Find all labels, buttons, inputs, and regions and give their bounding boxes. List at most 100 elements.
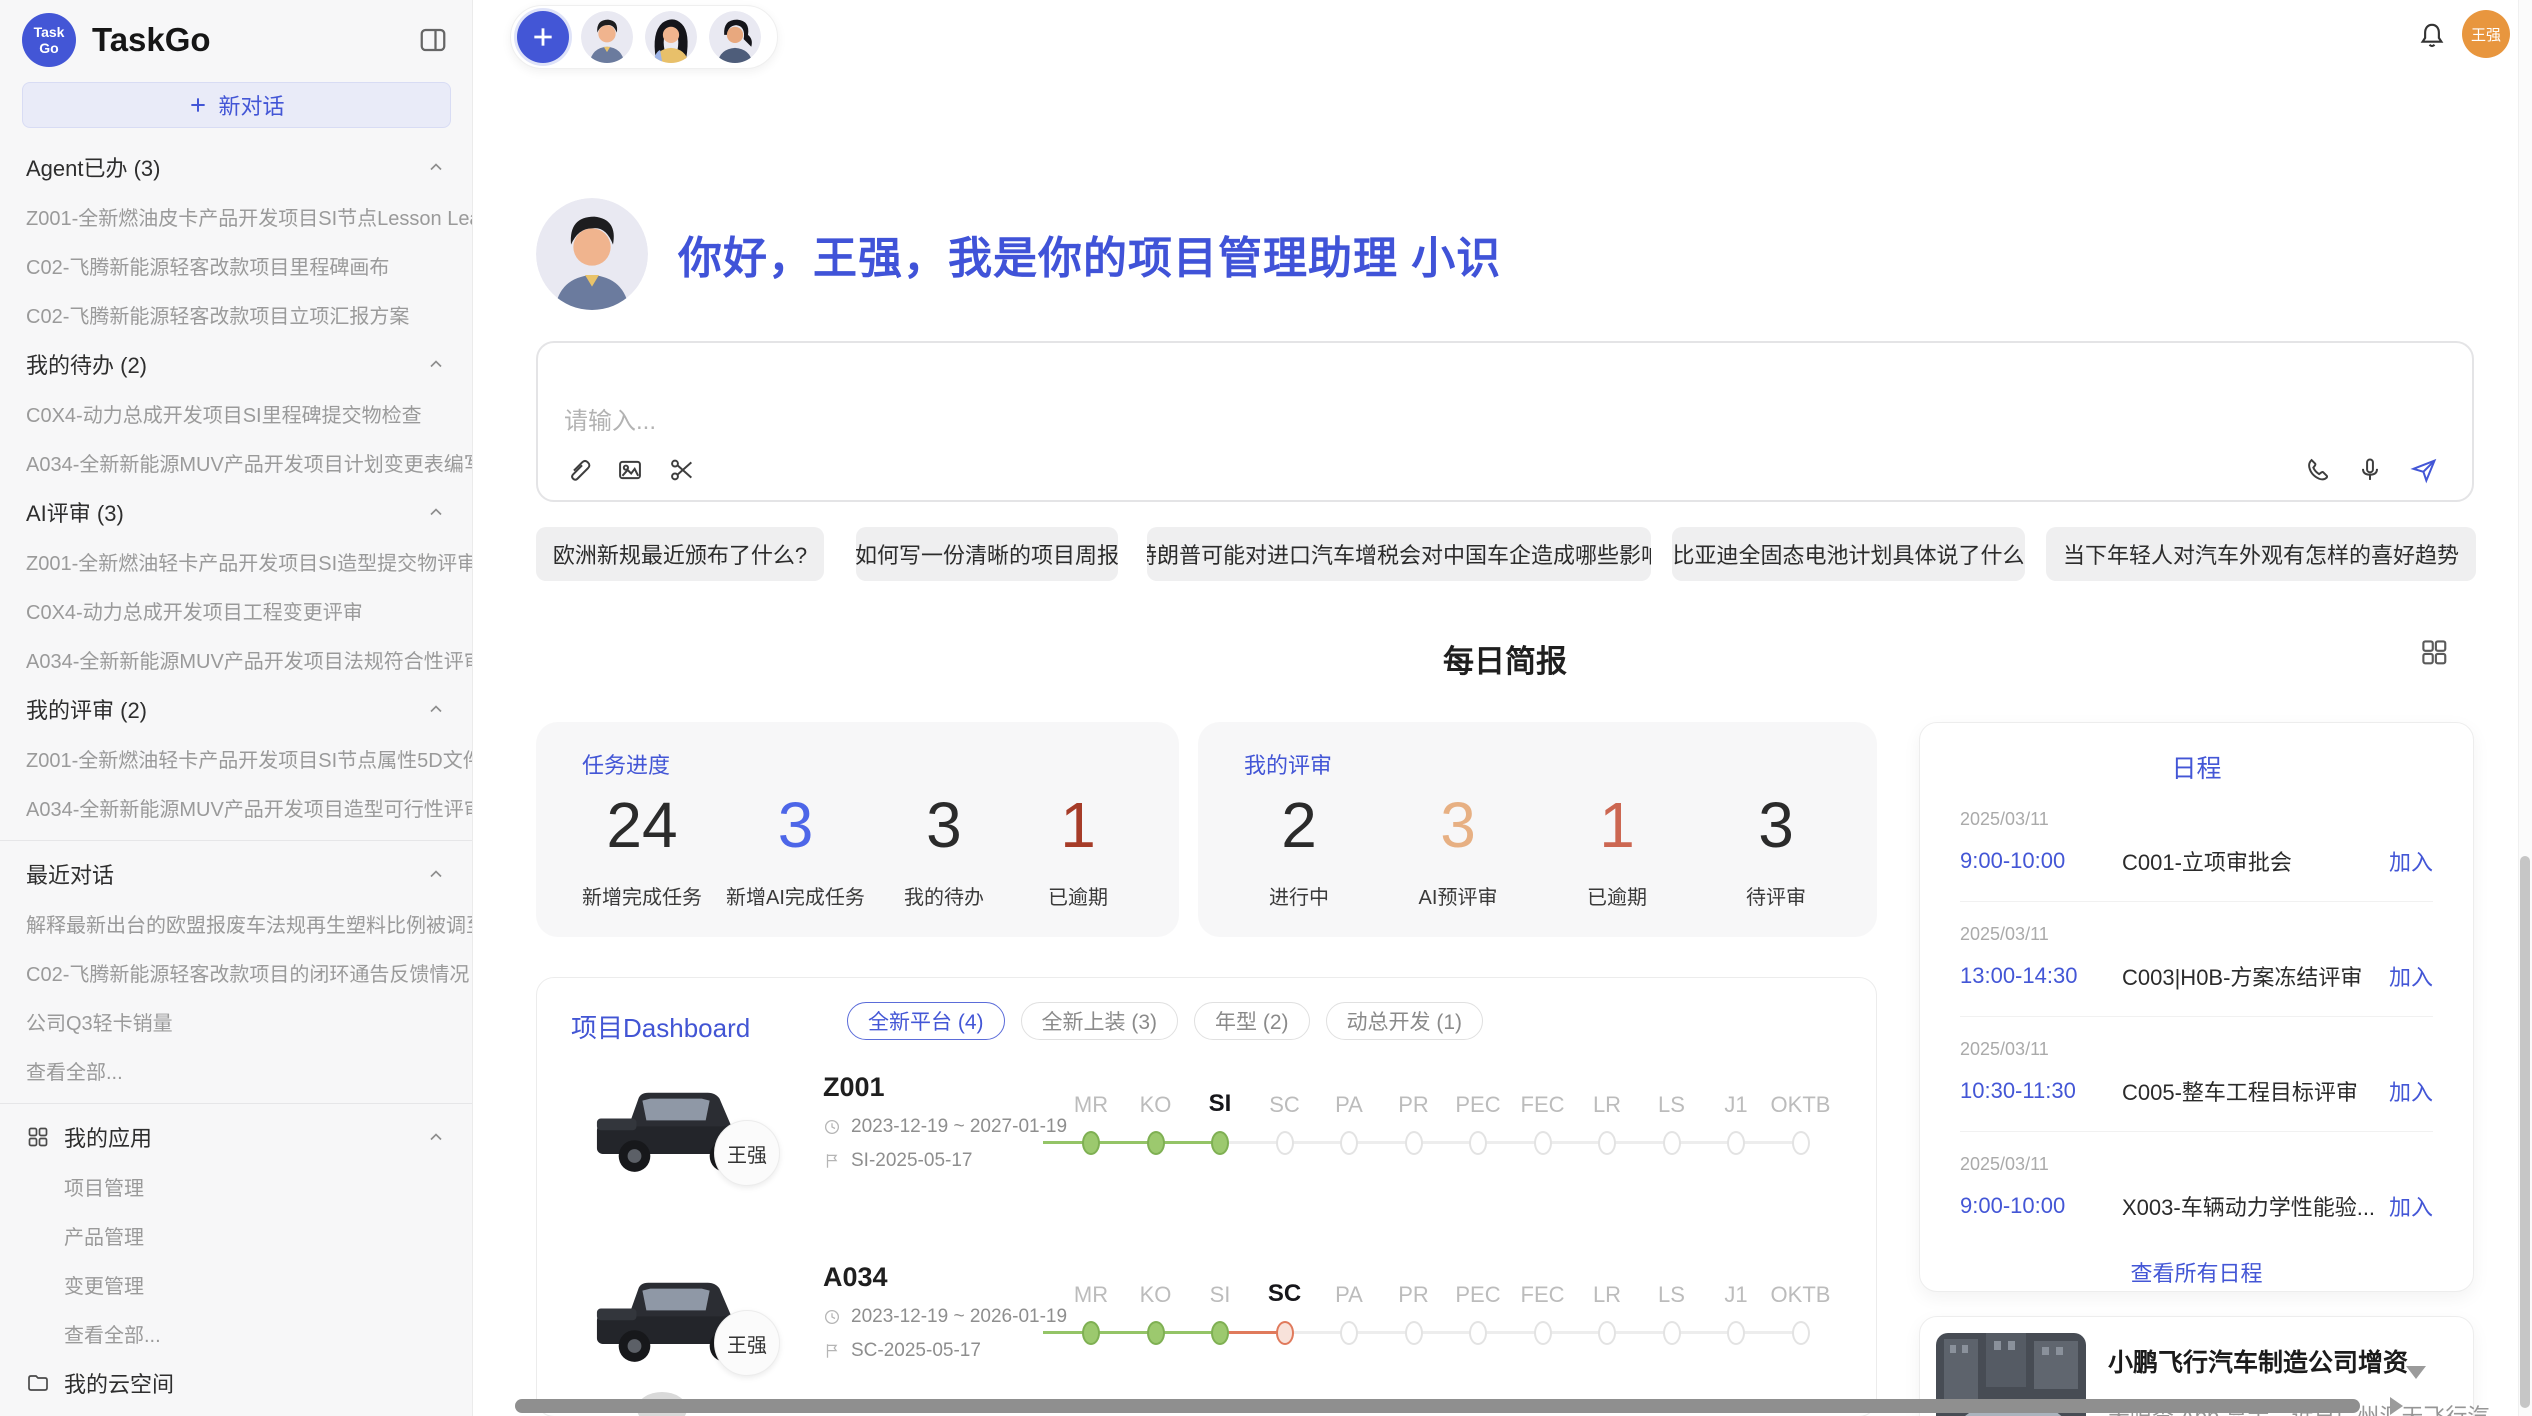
section-header-my-todo[interactable]: 我的待办 (2) (0, 339, 472, 389)
milestone-node[interactable] (1147, 1321, 1165, 1345)
microphone-icon[interactable] (2352, 452, 2388, 488)
milestone-node[interactable] (1727, 1131, 1745, 1155)
milestone-connector (1607, 1331, 1672, 1334)
milestone-label: OKTB (1761, 1092, 1841, 1118)
section-header-recent-chats[interactable]: 最近对话 (0, 849, 472, 899)
milestone-node[interactable] (1469, 1321, 1487, 1345)
join-link[interactable]: 加入 (2389, 845, 2433, 877)
sidebar-collapse-icon[interactable] (418, 25, 448, 55)
milestone-node[interactable] (1405, 1131, 1423, 1155)
section-header-my-apps[interactable]: 我的应用 (0, 1112, 472, 1162)
suggestion-chip[interactable]: 特朗普可能对进口汽车增税会对中国车企造成哪些影响 (1147, 527, 1651, 581)
suggestion-chip[interactable]: 比亚迪全固态电池计划具体说了什么 (1672, 527, 2025, 581)
layout-grid-icon[interactable] (2418, 636, 2450, 668)
new-chat-button[interactable]: 新对话 (22, 82, 451, 128)
stat-in-progress: 2 进行中 (1244, 792, 1354, 910)
milestone-connector (1349, 1141, 1414, 1144)
milestone-node[interactable] (1792, 1321, 1810, 1345)
section-header-agent-done[interactable]: Agent已办 (3) (0, 142, 472, 192)
milestone-node[interactable] (1469, 1131, 1487, 1155)
add-session-button[interactable] (517, 11, 569, 63)
milestone-node[interactable] (1276, 1131, 1294, 1155)
task-item[interactable]: C02-飞腾新能源轻客改款项目里程碑画布 (0, 241, 472, 290)
recent-chat-item[interactable]: C02-飞腾新能源轻客改款项目的闭环通告反馈情况 (0, 948, 472, 997)
milestone-node[interactable] (1534, 1131, 1552, 1155)
task-item[interactable]: A034-全新新能源MUV产品开发项目造型可行性评审 (0, 783, 472, 832)
milestone-node[interactable] (1405, 1321, 1423, 1345)
message-input[interactable] (564, 397, 2064, 447)
recent-chats-view-all[interactable]: 查看全部... (0, 1046, 472, 1095)
voice-call-icon[interactable] (2300, 452, 2336, 488)
chevron-up-icon (426, 864, 446, 884)
session-avatar[interactable] (581, 11, 633, 63)
task-item[interactable]: Z001-全新燃油皮卡产品开发项目SI节点Lesson Learn报告 (0, 192, 472, 241)
join-link[interactable]: 加入 (2389, 1190, 2433, 1222)
task-item[interactable]: A034-全新新能源MUV产品开发项目法规符合性评审 (0, 635, 472, 684)
session-avatar[interactable] (645, 11, 697, 63)
milestone-node[interactable] (1792, 1131, 1810, 1155)
vertical-scrollbar-thumb[interactable] (2520, 856, 2530, 1408)
scissors-icon[interactable] (664, 452, 700, 488)
session-avatar[interactable] (709, 11, 761, 63)
attachment-icon[interactable] (560, 452, 596, 488)
view-all-schedule-link[interactable]: 查看所有日程 (1920, 1256, 2473, 1288)
milestone-node[interactable] (1082, 1321, 1100, 1345)
chevron-up-icon (426, 502, 446, 522)
suggestion-chip[interactable]: 如何写一份清晰的项目周报 (856, 527, 1118, 581)
section-header-ai-review[interactable]: AI评审 (3) (0, 487, 472, 537)
sidebar-nav: Agent已办 (3) Z001-全新燃油皮卡产品开发项目SI节点Lesson … (0, 142, 472, 1416)
tab-all-new-platform[interactable]: 全新平台 (4) (847, 1002, 1005, 1040)
suggestion-chip[interactable]: 当下年轻人对汽车外观有怎样的喜好趋势 (2046, 527, 2476, 581)
milestone-node[interactable] (1663, 1131, 1681, 1155)
insert-image-icon[interactable] (612, 452, 648, 488)
task-item[interactable]: C02-飞腾新能源轻客改款项目立项汇报方案 (0, 290, 472, 339)
milestone-node[interactable] (1340, 1321, 1358, 1345)
app-item-change-mgmt[interactable]: 变更管理 (0, 1260, 472, 1309)
task-item[interactable]: C0X4-动力总成开发项目工程变更评审 (0, 586, 472, 635)
join-link[interactable]: 加入 (2389, 1075, 2433, 1107)
sidebar-item-cloud-space[interactable]: 我的云空间 (0, 1358, 472, 1408)
app-item-product-mgmt[interactable]: 产品管理 (0, 1211, 472, 1260)
send-icon[interactable] (2406, 452, 2442, 488)
milestone-node[interactable] (1211, 1131, 1229, 1155)
project-dashboard-card: 项目Dashboard 全新平台 (4) 全新上装 (3) 年型 (2) 动总开… (536, 977, 1877, 1416)
app-item-project-mgmt[interactable]: 项目管理 (0, 1162, 472, 1211)
milestone-connector (1736, 1141, 1801, 1144)
task-item[interactable]: Z001-全新燃油轻卡产品开发项目SI节点属性5D文件评审 (0, 734, 472, 783)
milestone-node[interactable] (1598, 1131, 1616, 1155)
apps-view-all[interactable]: 查看全部... (0, 1309, 472, 1358)
scroll-down-arrow-icon[interactable] (2406, 1366, 2426, 1379)
project-row[interactable]: 王强 A034 2023-12-19 ~ 2026-01-19 SC-2025-… (537, 1254, 1876, 1414)
milestone-node[interactable] (1727, 1321, 1745, 1345)
recent-chat-item[interactable]: 公司Q3轻卡销量 (0, 997, 472, 1046)
sidebar-item-favorites[interactable]: 我的收藏 (0, 1408, 472, 1416)
card-title: 我的评审 (1244, 748, 1831, 780)
project-row[interactable]: 王强 Z001 2023-12-19 ~ 2027-01-19 SI-2025-… (537, 1064, 1876, 1224)
task-item[interactable]: C0X4-动力总成开发项目SI里程碑提交物检查 (0, 389, 472, 438)
card-title: 任务进度 (582, 748, 1133, 780)
join-link[interactable]: 加入 (2389, 960, 2433, 992)
milestone-node[interactable] (1663, 1321, 1681, 1345)
user-avatar[interactable]: 王强 (2462, 10, 2510, 58)
folder-icon (26, 1371, 50, 1395)
notifications-bell-icon[interactable] (2414, 18, 2450, 54)
tab-powertrain-dev[interactable]: 动总开发 (1) (1326, 1002, 1484, 1040)
milestone-node[interactable] (1082, 1131, 1100, 1155)
recent-chat-item[interactable]: 解释最新出台的欧盟报废车法规再生塑料比例被调至15%... (0, 899, 472, 948)
horizontal-scrollbar-thumb[interactable] (515, 1399, 2360, 1413)
milestone-track: MRKOSISCPAPRPECFECLRLSJ1OKTB (1037, 1266, 1857, 1376)
milestone-node[interactable] (1598, 1321, 1616, 1345)
suggestion-chip[interactable]: 欧洲新规最近颁布了什么? (536, 527, 824, 581)
milestone-node[interactable] (1534, 1321, 1552, 1345)
stat-overdue: 1 已逾期 (1023, 792, 1133, 910)
task-item[interactable]: A034-全新新能源MUV产品开发项目计划变更表编写 (0, 438, 472, 487)
milestone-node[interactable] (1147, 1131, 1165, 1155)
tab-model-year[interactable]: 年型 (2) (1194, 1002, 1310, 1040)
task-item[interactable]: Z001-全新燃油轻卡产品开发项目SI造型提交物评审 (0, 537, 472, 586)
milestone-node[interactable] (1340, 1131, 1358, 1155)
section-header-my-review[interactable]: 我的评审 (2) (0, 684, 472, 734)
milestone-node[interactable] (1276, 1321, 1294, 1345)
tab-new-body[interactable]: 全新上装 (3) (1021, 1002, 1179, 1040)
scroll-right-arrow-icon[interactable] (2390, 1397, 2403, 1415)
milestone-node[interactable] (1211, 1321, 1229, 1345)
